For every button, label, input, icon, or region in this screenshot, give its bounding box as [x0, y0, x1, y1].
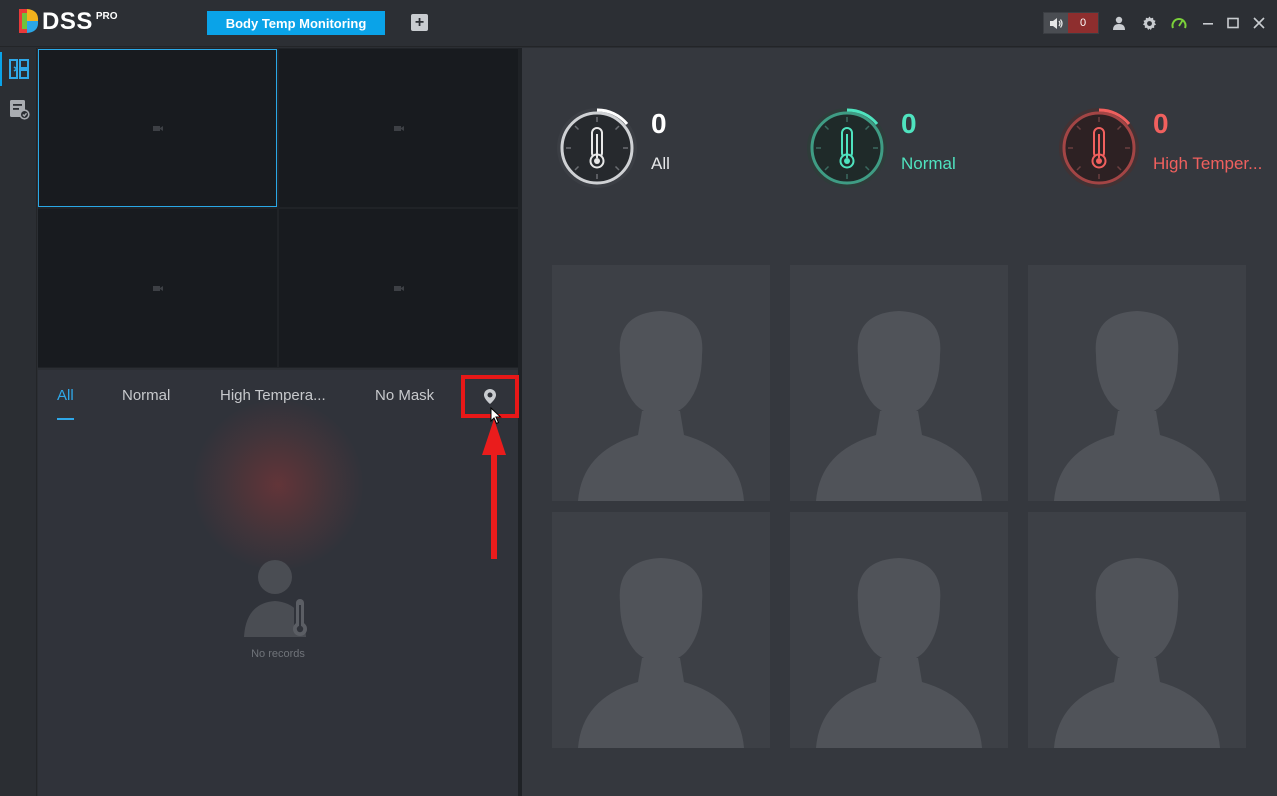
- snapshot-slot[interactable]: [790, 512, 1008, 748]
- minimize-icon[interactable]: [1199, 14, 1217, 32]
- records-panel: All Normal High Tempera... No Mask No re…: [38, 370, 519, 796]
- stat-all-label: All: [651, 154, 670, 173]
- snapshot-slot[interactable]: [790, 265, 1008, 501]
- camera-icon: [152, 125, 163, 131]
- live-view-icon[interactable]: [0, 50, 37, 88]
- person-placeholder-icon: [816, 558, 982, 748]
- tab-no-mask[interactable]: No Mask: [375, 387, 434, 407]
- stat-normal-label: Normal: [901, 154, 956, 173]
- person-placeholder-icon: [578, 558, 744, 748]
- video-window-1[interactable]: [38, 49, 277, 207]
- snapshot-slot[interactable]: [552, 265, 770, 501]
- camera-icon: [393, 125, 404, 131]
- tab-normal[interactable]: Normal: [122, 387, 170, 407]
- stat-high-count: 0: [1153, 108, 1169, 139]
- app-logo: DSS PRO: [17, 7, 118, 37]
- stat-all: 0 All: [555, 106, 755, 190]
- alarm-count: 0: [1068, 13, 1098, 33]
- location-pin-icon: [484, 389, 496, 404]
- camera-icon: [393, 285, 404, 291]
- video-window-2[interactable]: [279, 49, 518, 207]
- logo-text: DSS: [42, 8, 93, 35]
- thermometer-gauge-icon: [1059, 108, 1139, 188]
- tab-all[interactable]: All: [57, 387, 74, 420]
- tab-body-temp-monitoring[interactable]: Body Temp Monitoring: [207, 11, 385, 35]
- person-placeholder-icon: [816, 311, 982, 501]
- stat-all-count: 0: [651, 108, 667, 139]
- annotation-arrow: [482, 419, 506, 559]
- close-icon[interactable]: [1250, 14, 1268, 32]
- snapshot-slot[interactable]: [552, 512, 770, 748]
- thermometer-gauge-icon: [557, 108, 637, 188]
- alarm-indicator[interactable]: 0: [1043, 12, 1099, 34]
- statistics-panel: 0 All 0 Normal 0 High Temper...: [522, 48, 1277, 796]
- camera-icon: [152, 285, 163, 291]
- speedometer-icon[interactable]: [1170, 14, 1188, 32]
- records-icon[interactable]: [0, 90, 37, 128]
- stat-normal: 0 Normal: [805, 106, 1025, 190]
- no-records-person-icon: [244, 560, 307, 637]
- video-window-4[interactable]: [279, 209, 518, 367]
- add-tab-button[interactable]: +: [411, 14, 428, 31]
- gear-icon[interactable]: [1140, 14, 1158, 32]
- person-placeholder-icon: [578, 311, 744, 501]
- empty-state-text: No records: [251, 648, 305, 660]
- thermometer-gauge-icon: [807, 108, 887, 188]
- logo-badge: PRO: [95, 11, 118, 22]
- left-sidebar: [0, 48, 37, 796]
- background-glow: [193, 400, 363, 570]
- person-placeholder-icon: [1054, 311, 1220, 501]
- mouse-cursor-icon: [490, 407, 502, 425]
- stat-high-temperature: 0 High Temper...: [1057, 106, 1277, 190]
- snapshot-slot[interactable]: [1028, 265, 1246, 501]
- person-placeholder-icon: [1054, 558, 1220, 748]
- snapshot-slot[interactable]: [1028, 512, 1246, 748]
- stat-normal-count: 0: [901, 108, 917, 139]
- title-bar: DSS PRO Body Temp Monitoring + 0: [0, 0, 1277, 47]
- dss-logo-icon: [19, 9, 39, 33]
- speaker-icon[interactable]: [1044, 13, 1068, 33]
- maximize-icon[interactable]: [1224, 14, 1242, 32]
- video-window-3[interactable]: [38, 209, 277, 367]
- stat-high-label: High Temper...: [1153, 154, 1263, 173]
- user-icon[interactable]: [1110, 14, 1128, 32]
- video-grid: [38, 48, 518, 368]
